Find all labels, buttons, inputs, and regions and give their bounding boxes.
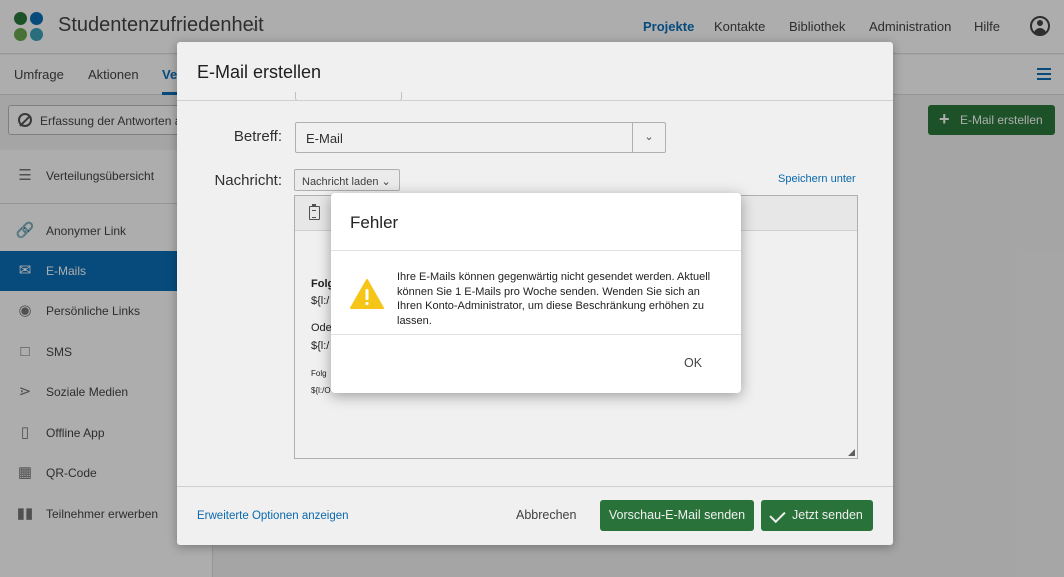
error-dialog: Fehler Ihre E-Mails können gegenwärtig n…	[331, 193, 741, 393]
error-message: Ihre E-Mails können gegenwärtig nicht ge…	[397, 271, 711, 327]
ok-button[interactable]: OK	[684, 356, 702, 370]
error-title: Fehler	[350, 213, 399, 232]
error-footer-divider	[331, 334, 741, 335]
error-header-divider	[331, 250, 741, 251]
warning-icon	[350, 279, 384, 309]
